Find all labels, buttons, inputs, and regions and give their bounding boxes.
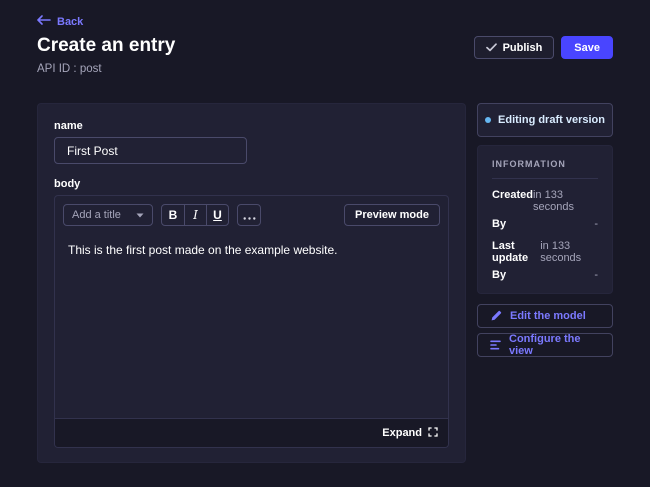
edit-model-button[interactable]: Edit the model bbox=[477, 304, 613, 328]
info-label: By bbox=[492, 269, 506, 281]
body-editor: Add a title B I U Preview mode bbox=[54, 195, 449, 448]
back-link[interactable]: Back bbox=[37, 15, 83, 28]
ellipsis-icon bbox=[243, 208, 256, 223]
chevron-down-icon bbox=[136, 209, 144, 221]
info-row-created: Created in 133 seconds bbox=[492, 189, 598, 213]
entry-sidebar: Editing draft version INFORMATION Create… bbox=[477, 103, 613, 357]
expand-button[interactable]: Expand bbox=[382, 427, 438, 440]
title-select[interactable]: Add a title bbox=[63, 204, 153, 226]
info-value: - bbox=[594, 269, 598, 281]
editor-footer: Expand bbox=[55, 418, 448, 447]
information-panel: INFORMATION Created in 133 seconds By - … bbox=[477, 145, 613, 294]
name-input[interactable] bbox=[54, 137, 247, 164]
header-actions: Publish Save bbox=[474, 36, 613, 59]
info-value: in 133 seconds bbox=[540, 240, 598, 264]
name-field-label: name bbox=[54, 120, 449, 132]
expand-icon bbox=[428, 427, 438, 440]
draft-status-label: Editing draft version bbox=[498, 114, 605, 126]
create-entry-page: Back Create an entry API ID : post Publi… bbox=[0, 0, 650, 487]
info-row-last-update: Last update in 133 seconds bbox=[492, 240, 598, 264]
info-label: By bbox=[492, 218, 506, 230]
information-divider bbox=[492, 178, 598, 179]
info-value: - bbox=[594, 218, 598, 230]
updated-group: Last update in 133 seconds By - bbox=[492, 240, 598, 281]
title-select-value: Add a title bbox=[72, 209, 121, 221]
expand-label: Expand bbox=[382, 427, 422, 439]
layout-lines-icon bbox=[490, 340, 501, 350]
draft-status-box: Editing draft version bbox=[477, 103, 613, 137]
info-label: Last update bbox=[492, 240, 540, 264]
body-field-label: body bbox=[54, 178, 449, 190]
entry-form-card: name body Add a title B I U bbox=[37, 103, 466, 463]
created-group: Created in 133 seconds By - bbox=[492, 189, 598, 230]
publish-label: Publish bbox=[503, 42, 543, 54]
editor-toolbar: Add a title B I U Preview mode bbox=[55, 196, 448, 232]
edit-model-label: Edit the model bbox=[510, 310, 586, 322]
body-text: This is the first post made on the examp… bbox=[68, 243, 435, 257]
save-label: Save bbox=[574, 42, 600, 54]
bold-button[interactable]: B bbox=[162, 205, 184, 225]
configure-view-label: Configure the view bbox=[509, 333, 600, 357]
publish-button[interactable]: Publish bbox=[474, 36, 555, 59]
info-value: in 133 seconds bbox=[533, 189, 598, 213]
save-button[interactable]: Save bbox=[561, 36, 613, 59]
format-button-group: B I U bbox=[161, 204, 229, 226]
more-options-button[interactable] bbox=[237, 204, 261, 226]
api-id-subtitle: API ID : post bbox=[37, 63, 102, 75]
underline-button[interactable]: U bbox=[206, 205, 228, 225]
configure-view-button[interactable]: Configure the view bbox=[477, 333, 613, 357]
back-label: Back bbox=[57, 16, 83, 28]
check-icon bbox=[486, 43, 497, 52]
italic-button[interactable]: I bbox=[184, 205, 206, 225]
preview-mode-button[interactable]: Preview mode bbox=[344, 204, 440, 226]
info-row-created-by: By - bbox=[492, 218, 598, 230]
page-title: Create an entry bbox=[37, 35, 175, 57]
information-title: INFORMATION bbox=[492, 159, 598, 169]
draft-dot-icon bbox=[485, 117, 491, 123]
back-arrow-icon bbox=[37, 15, 51, 28]
pencil-icon bbox=[490, 310, 502, 322]
info-label: Created bbox=[492, 189, 533, 201]
body-textarea[interactable]: This is the first post made on the examp… bbox=[55, 232, 448, 418]
info-row-updated-by: By - bbox=[492, 269, 598, 281]
